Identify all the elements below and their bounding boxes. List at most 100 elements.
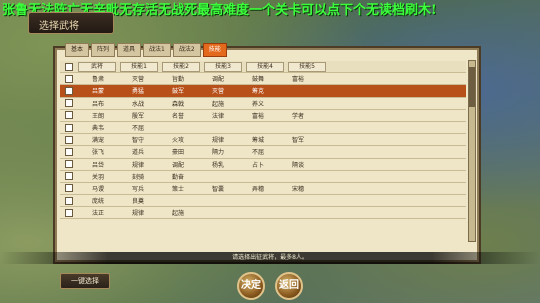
row-checkbox[interactable] [65, 123, 73, 132]
officer-skill: 学者 [291, 112, 304, 120]
header-skill2[interactable]: 技能2 [162, 61, 200, 72]
tab-tactics1[interactable]: 战法1 [143, 43, 171, 57]
officer-name: 吕蒙 [91, 88, 104, 96]
row-checkbox[interactable] [65, 74, 73, 83]
officer-skill: 智囊 [211, 185, 224, 193]
officer-skill: 隔力 [211, 149, 224, 157]
officer-name: 关羽 [91, 173, 104, 181]
tab-basic[interactable]: 基本 [65, 43, 90, 57]
officer-skill: 不屈 [131, 125, 144, 133]
tab-formation[interactable]: 阵列 [91, 43, 116, 57]
officer-row[interactable]: 张飞 道兵 豪田 隔力 不屈 [60, 146, 466, 159]
officer-name: 法正 [91, 210, 104, 218]
officer-skill: 鼓舞 [251, 76, 264, 84]
officer-skill: 策士 [171, 185, 184, 193]
officer-skill: 道兵 [131, 149, 144, 157]
officer-skill: 旨勤 [171, 76, 184, 84]
officer-skill: 占卜 [251, 161, 264, 169]
row-checkbox[interactable] [65, 160, 73, 169]
officer-name: 鲁肃 [91, 76, 104, 84]
tab-bar: 基本 阵列 道具 战法1 战法2 技能 [65, 43, 227, 57]
officer-name: 马谡 [91, 185, 104, 193]
officer-skill: 调配 [171, 161, 184, 169]
status-bar: 请选择出征武将，最多8人。 [0, 252, 540, 264]
officer-skill: 筹克 [251, 88, 264, 96]
officer-name: 吕岱 [91, 161, 104, 169]
scrollbar-thumb[interactable] [469, 67, 475, 107]
officer-skill: 隔谈 [291, 161, 304, 169]
officer-skill: 弄穗 [251, 185, 264, 193]
officer-skill: 富裕 [251, 112, 264, 120]
officer-row[interactable]: 吕蒙 勇猛 鼓军 灭营 筹克 [60, 85, 466, 98]
officer-skill: 宋穗 [291, 185, 304, 193]
officer-skill: 不屈 [251, 149, 264, 157]
header-skill5[interactable]: 技能5 [288, 61, 326, 72]
officer-name: 满宠 [91, 137, 104, 145]
row-checkbox[interactable] [65, 86, 73, 95]
row-checkbox[interactable] [65, 196, 73, 205]
header-skill3[interactable]: 技能3 [204, 61, 242, 72]
officer-skill: 智守 [131, 137, 144, 145]
officer-row[interactable]: 马谡 写兵 策士 智囊 弄穗 宋穗 [60, 183, 466, 196]
officer-name: 吕布 [91, 100, 104, 108]
officer-skill: 规律 [131, 210, 144, 218]
row-checkbox[interactable] [65, 135, 73, 144]
officer-row[interactable]: 满宠 智守 火攻 规律 筹城 智军 [60, 134, 466, 147]
officer-row[interactable]: 法正 规律 起施 [60, 207, 466, 220]
list-scrollbar[interactable] [468, 60, 476, 242]
header-skill1[interactable]: 技能1 [120, 61, 158, 72]
officer-row[interactable]: 关羽 刻骑 勤奋 [60, 171, 466, 183]
officer-row[interactable]: 吕布 水战 森戟 起施 养义 [60, 98, 466, 110]
row-checkbox[interactable] [65, 172, 73, 181]
row-checkbox[interactable] [65, 147, 73, 156]
select-all-button[interactable]: 一键选择 [60, 273, 110, 289]
officer-row[interactable]: 吕岱 规律 调配 杨乳 占卜 隔谈 [60, 159, 466, 171]
officer-name: 典韦 [91, 125, 104, 133]
officer-row[interactable]: 鲁肃 灭营 旨勤 调配 鼓舞 富裕 [60, 73, 466, 86]
row-checkbox[interactable] [65, 99, 73, 108]
header-name[interactable]: 武将 [78, 61, 116, 72]
officer-row[interactable]: 庞统 良奠 [60, 195, 466, 208]
officer-skill: 鼓军 [171, 88, 184, 96]
officer-list: 武将 技能1 技能2 技能3 技能4 技能5 鲁肃 灭营 旨勤 调配 鼓舞 富裕 吕蒙 勇猛鼓… [60, 61, 466, 220]
officer-skill: 灭营 [131, 76, 144, 84]
tab-items[interactable]: 道具 [117, 43, 142, 57]
officer-row[interactable]: 王朗 殷军 名誉 法律 富裕 学者 [60, 110, 466, 122]
back-button[interactable]: 返回 [275, 272, 303, 300]
officer-skill: 灭营 [211, 88, 224, 96]
officer-skill: 起施 [171, 210, 184, 218]
officer-name: 庞统 [91, 198, 104, 206]
officer-skill: 火攻 [171, 137, 184, 145]
officer-rows: 鲁肃 灭营 旨勤 调配 鼓舞 富裕 吕蒙 勇猛 鼓军 灭营 筹克 吕布 水战 森戟 起施 养义 王朗 殷军 名誉 法律… [60, 73, 466, 220]
window-title-plate: 选择武将 [28, 12, 114, 34]
officer-skill: 规律 [131, 161, 144, 169]
row-checkbox[interactable] [65, 111, 73, 120]
tab-skills[interactable]: 技能 [202, 43, 227, 57]
officer-skill: 规律 [211, 137, 224, 145]
row-checkbox[interactable] [65, 208, 73, 217]
officer-skill: 杨乳 [211, 161, 224, 169]
officer-row[interactable]: 典韦 不屈 [60, 122, 466, 135]
confirm-button[interactable]: 决定 [237, 272, 265, 300]
officer-skill: 起施 [211, 100, 224, 108]
officer-skill: 法律 [211, 112, 224, 120]
officer-skill: 智军 [291, 137, 304, 145]
officer-skill: 殷军 [131, 112, 144, 120]
header-checkbox[interactable] [65, 62, 73, 71]
window-title: 选择武将 [39, 21, 79, 32]
officer-name: 王朗 [91, 112, 104, 120]
officer-skill: 良奠 [131, 198, 144, 206]
officer-skill: 写兵 [131, 185, 144, 193]
officer-skill: 勤奋 [171, 173, 184, 181]
row-checkbox[interactable] [65, 184, 73, 193]
tab-tactics2[interactable]: 战法2 [172, 43, 201, 57]
officer-skill: 勇猛 [131, 88, 144, 96]
header-skill4[interactable]: 技能4 [246, 61, 284, 72]
list-header: 武将 技能1 技能2 技能3 技能4 技能5 [60, 61, 466, 74]
officer-skill: 森戟 [171, 100, 184, 108]
officer-skill: 豪田 [171, 149, 184, 157]
officer-skill: 刻骑 [131, 173, 144, 181]
officer-name: 张飞 [91, 149, 104, 157]
officer-skill: 调配 [211, 76, 224, 84]
officer-skill: 水战 [131, 100, 144, 108]
